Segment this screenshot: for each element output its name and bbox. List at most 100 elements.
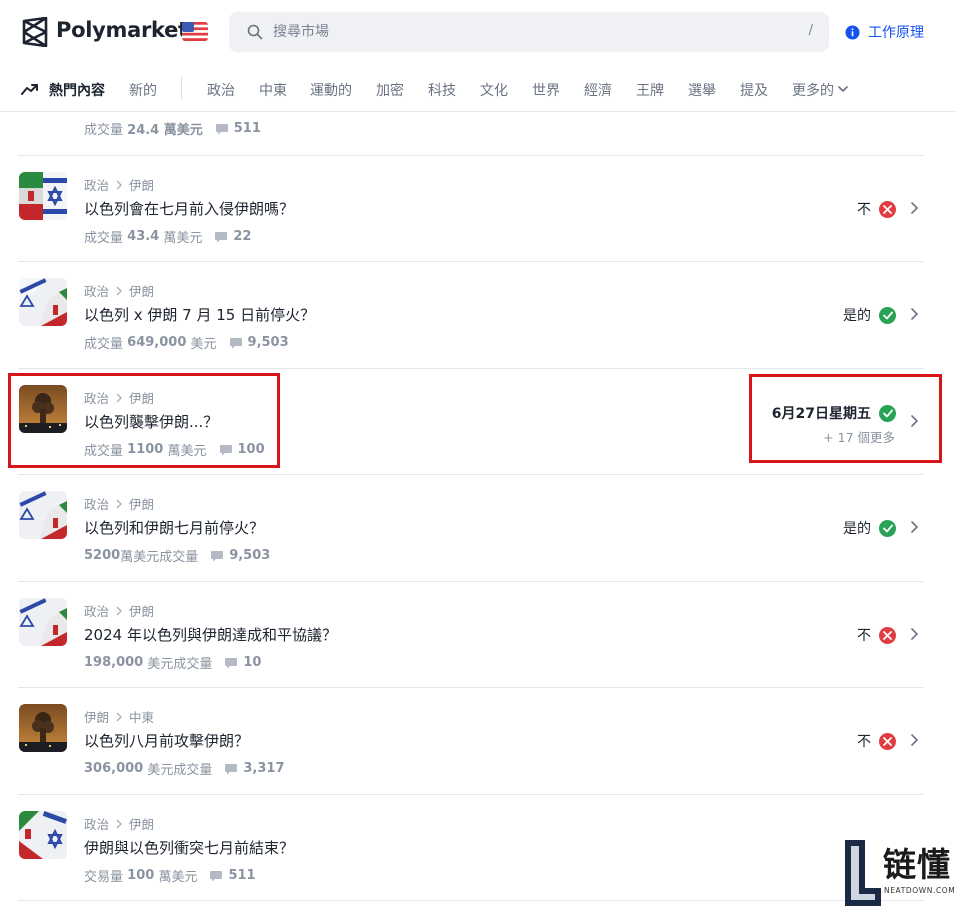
volume-label: 成交量 — [84, 123, 124, 138]
market-thumbnail — [19, 278, 67, 326]
highlight-box-right — [749, 374, 942, 463]
breadcrumb-category[interactable]: 政治 — [84, 601, 109, 620]
comment-count: 3,317 — [243, 761, 285, 776]
market-row[interactable]: 政治 伊朗 以色列會在七月前入侵伊朗嗎？ 成交量 43.4 萬美元 22 不 — [0, 155, 956, 261]
market-question[interactable]: 以色列 x 伊朗 7 月 15 日前停火？ — [84, 304, 315, 325]
market-meta: 交易量 100 萬美元 511 — [84, 866, 256, 885]
breadcrumb-category[interactable]: 政治 — [84, 281, 109, 300]
tab-trending[interactable]: 熱門內容 — [49, 80, 105, 100]
comment-icon — [225, 657, 238, 668]
market-question[interactable]: 以色列和伊朗七月前停火？ — [84, 517, 264, 538]
search-icon — [247, 24, 263, 40]
yes-check-icon — [879, 519, 896, 537]
volume-prefix: 交易量 — [84, 870, 124, 885]
market-row[interactable]: 伊朗 中東 以色列八月前攻擊伊朗？ 306,000 美元成交量 3,317 不 — [0, 687, 956, 793]
market-row[interactable]: 政治 伊朗 2024 年以色列與伊朗達成和平協議？ 198,000 美元成交量 … — [0, 581, 956, 687]
breadcrumb: 政治 伊朗 — [84, 814, 154, 833]
breadcrumb: 政治 伊朗 — [84, 601, 154, 620]
chevron-right-icon — [116, 712, 123, 721]
market-row[interactable]: 政治 伊朗 以色列和伊朗七月前停火？ 5200 萬美元成交量 9,503 是的 — [0, 474, 956, 580]
breadcrumb-category[interactable]: 政治 — [84, 175, 109, 194]
row-divider — [18, 900, 924, 901]
chevron-down-icon — [838, 86, 848, 93]
breadcrumb-subcategory[interactable]: 伊朗 — [129, 175, 154, 194]
tab-middle-east[interactable]: 中東 — [259, 80, 287, 100]
volume-suffix: 萬美元 — [158, 870, 198, 885]
market-result: 是的 — [843, 305, 896, 325]
how-it-works-label: 工作原理 — [868, 25, 924, 41]
chevron-right-icon[interactable] — [910, 307, 919, 321]
market-thumbnail — [19, 704, 67, 752]
comments[interactable]: 22 — [214, 229, 251, 244]
tab-more[interactable]: 更多的 — [792, 80, 848, 100]
comments[interactable]: 9,503 — [210, 548, 270, 563]
category-nav: 熱門內容 新的 政治 中東 運動的 加密 科技 文化 世界 經濟 王牌 選舉 提… — [0, 64, 956, 112]
search-input[interactable] — [273, 12, 773, 52]
market-row[interactable]: 政治 伊朗 以色列 x 伊朗 7 月 15 日前停火？ 成交量 649,000 … — [0, 261, 956, 367]
tab-world[interactable]: 世界 — [532, 80, 560, 100]
market-meta: 成交量 43.4 萬美元 22 — [84, 227, 251, 246]
comment-count: 9,503 — [229, 548, 271, 563]
chevron-right-icon — [116, 819, 123, 828]
chevron-right-icon[interactable] — [910, 520, 919, 534]
us-flag-icon — [182, 22, 208, 41]
trending-icon — [21, 84, 38, 95]
search-bar[interactable]: / — [229, 12, 829, 52]
market-result: 不 — [857, 625, 896, 645]
yes-check-icon — [879, 306, 896, 324]
breadcrumb: 政治 伊朗 — [84, 494, 154, 513]
brand-name[interactable]: Polymarket — [56, 18, 188, 42]
nav-divider — [181, 76, 182, 100]
polymarket-logo-icon[interactable] — [22, 17, 48, 47]
market-question[interactable]: 以色列會在七月前入侵伊朗嗎？ — [84, 198, 294, 219]
volume-suffix: 萬美元 — [163, 231, 203, 246]
volume-value: 649,000 — [127, 335, 187, 350]
comment-count: 511 — [228, 868, 256, 883]
breadcrumb-subcategory[interactable]: 伊朗 — [129, 814, 154, 833]
tab-tech[interactable]: 科技 — [428, 80, 456, 100]
breadcrumb-subcategory[interactable]: 伊朗 — [129, 281, 154, 300]
comments[interactable]: 10 — [224, 655, 261, 670]
tab-elections[interactable]: 選舉 — [688, 80, 716, 100]
comments[interactable]: 3,317 — [224, 761, 285, 776]
market-question[interactable]: 伊朗與以色列衝突七月前結束？ — [84, 837, 294, 858]
breadcrumb-subcategory[interactable]: 伊朗 — [129, 601, 154, 620]
market-thumbnail — [19, 491, 67, 539]
chevron-right-icon[interactable] — [910, 733, 919, 747]
tab-economy[interactable]: 經濟 — [584, 80, 612, 100]
comments[interactable]: 9,503 — [229, 335, 289, 350]
no-badge-icon — [879, 200, 896, 218]
tab-culture[interactable]: 文化 — [480, 80, 508, 100]
tab-new[interactable]: 新的 — [129, 80, 157, 100]
volume-prefix: 成交量 — [84, 337, 124, 352]
tab-politics[interactable]: 政治 — [207, 80, 235, 100]
tab-mentions[interactable]: 提及 — [740, 80, 768, 100]
no-badge-icon — [879, 732, 896, 750]
chevron-right-icon[interactable] — [910, 201, 919, 215]
breadcrumb-category[interactable]: 政治 — [84, 494, 109, 513]
market-question[interactable]: 以色列八月前攻擊伊朗？ — [84, 730, 249, 751]
breadcrumb-subcategory[interactable]: 伊朗 — [129, 494, 154, 513]
market-row[interactable]: 政治 伊朗 伊朗與以色列衝突七月前結束？ 交易量 100 萬美元 511 — [0, 794, 956, 900]
chevron-right-icon — [116, 499, 123, 508]
volume-value: 100 — [127, 868, 155, 883]
market-meta: 5200 萬美元成交量 9,503 — [84, 546, 270, 565]
chevron-right-icon[interactable] — [910, 627, 919, 641]
comment-icon — [229, 337, 242, 348]
market-result: 不 — [857, 731, 896, 751]
how-it-works-link[interactable]: 工作原理 — [845, 22, 924, 42]
comments[interactable]: 511 — [209, 868, 256, 883]
volume-value: 5200 — [84, 548, 121, 563]
market-question[interactable]: 2024 年以色列與伊朗達成和平協議？ — [84, 624, 337, 645]
tab-sports[interactable]: 運動的 — [310, 80, 352, 100]
breadcrumb: 政治 伊朗 — [84, 281, 154, 300]
tab-crypto[interactable]: 加密 — [376, 80, 404, 100]
tab-trump[interactable]: 王牌 — [636, 80, 664, 100]
result-label: 是的 — [843, 521, 871, 537]
breadcrumb-category[interactable]: 政治 — [84, 814, 109, 833]
market-result: 是的 — [843, 518, 896, 538]
breadcrumb-subcategory[interactable]: 中東 — [129, 707, 154, 726]
comments[interactable]: 511 — [215, 121, 261, 136]
breadcrumb-category[interactable]: 伊朗 — [84, 707, 109, 726]
volume-value: 24.4 萬美元 — [127, 123, 203, 138]
